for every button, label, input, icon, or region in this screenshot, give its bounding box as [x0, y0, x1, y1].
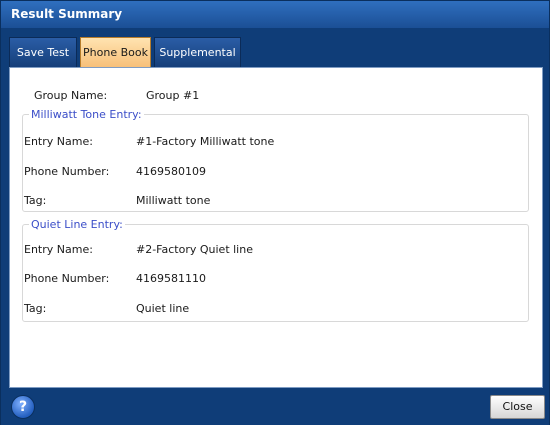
tab-save-test[interactable]: Save Test [9, 37, 77, 67]
milliwatt-phone-value: 4169580109 [136, 165, 206, 178]
tab-phone-book[interactable]: Phone Book [80, 37, 151, 67]
quiet-entry-value: #2-Factory Quiet line [136, 243, 253, 256]
quiet-phone-label: Phone Number: [24, 272, 110, 285]
result-summary-window: Result Summary Save Test Phone Book Supp… [0, 0, 550, 425]
milliwatt-tag-label: Tag: [24, 194, 47, 207]
milliwatt-tone-legend: Milliwatt Tone Entry: [31, 108, 142, 121]
group-name-label: Group Name: [34, 89, 108, 102]
quiet-tag-label: Tag: [24, 302, 47, 315]
quiet-tag-value: Quiet line [136, 302, 190, 315]
milliwatt-tag-value: Milliwatt tone [136, 194, 211, 207]
quiet-phone-value: 4169581110 [136, 272, 206, 285]
milliwatt-entry-value: #1-Factory Milliwatt tone [136, 135, 275, 148]
title-bar: Result Summary [1, 1, 549, 28]
bottom-bar: ? Close [1, 389, 549, 425]
quiet-entry-label: Entry Name: [24, 243, 93, 256]
group-name-value: Group #1 [146, 89, 200, 102]
milliwatt-phone-label: Phone Number: [24, 165, 110, 178]
phone-book-panel: Group Name: Group #1 Milliwatt Tone Entr… [9, 67, 543, 388]
tab-supplemental[interactable]: Supplemental [154, 37, 241, 67]
question-circle-icon[interactable]: ? [11, 395, 35, 419]
quiet-line-legend: Quiet Line Entry: [31, 218, 123, 231]
tab-strip: Save Test Phone Book Supplemental [9, 37, 545, 67]
close-button[interactable]: Close [490, 395, 545, 419]
window-title: Result Summary [11, 7, 123, 21]
milliwatt-entry-label: Entry Name: [24, 135, 93, 148]
